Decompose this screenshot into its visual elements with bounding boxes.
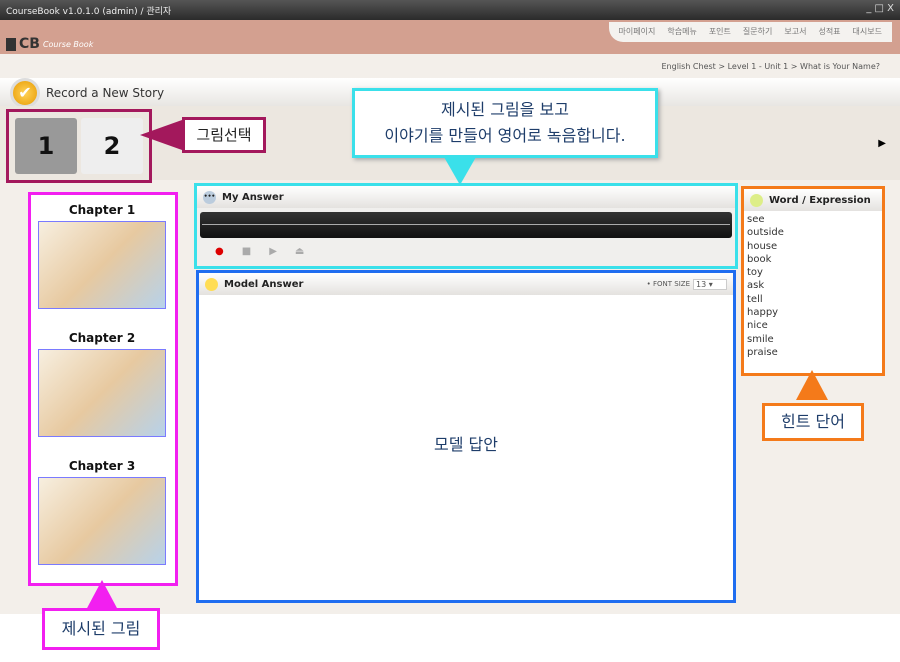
word-item: see — [747, 214, 765, 225]
chapter-label: Chapter 3 — [68, 459, 136, 473]
top-menu: 마이페이지 학습메뉴 포인트 질문하기 보고서 성적표 대시보드 — [608, 22, 892, 42]
callout-pictures: 제시된 그림 — [42, 608, 160, 650]
callout-hint-words: 힌트 단어 — [762, 403, 864, 441]
chapter-item[interactable]: Chapter 3 — [38, 459, 166, 565]
word-item: toy — [747, 267, 763, 279]
menu-item[interactable]: 학습메뉴 — [667, 26, 696, 38]
callout-pointer — [796, 370, 828, 400]
eject-icon[interactable]: ⏏ — [295, 246, 304, 257]
next-arrow-icon[interactable]: ▶ — [878, 138, 886, 149]
callout-pointer — [140, 120, 182, 150]
menu-item[interactable]: 대시보드 — [853, 26, 882, 38]
record-icon[interactable]: ● — [215, 246, 224, 257]
instruction-line: 제시된 그림을 보고 — [441, 100, 569, 119]
callout-pointer — [86, 580, 118, 610]
word-item: house — [747, 240, 778, 252]
logo-text: CB — [19, 36, 40, 52]
model-answer-placeholder: 모델 답안 — [434, 435, 498, 454]
stop-icon[interactable]: ■ — [242, 246, 251, 257]
chapter-label: Chapter 1 — [68, 203, 136, 217]
breadcrumb: English Chest > Level 1 - Unit 1 > What … — [661, 62, 881, 71]
word-item: tell — [747, 293, 763, 305]
font-size-label: • FONT SIZE — [646, 280, 690, 288]
chapter-image[interactable] — [38, 349, 166, 437]
menu-item[interactable]: 보고서 — [784, 26, 806, 38]
picture-selector: 1 2 — [6, 109, 152, 183]
speech-bubble-icon — [750, 193, 763, 207]
word-item: happy — [747, 307, 779, 319]
font-size-value: 13 — [696, 279, 707, 289]
my-answer-panel: ••• My Answer ● ■ ▶ ⏏ — [194, 183, 738, 269]
window-title: CourseBook v1.0.1.0 (admin) / 관리자 — [6, 7, 172, 17]
speech-bubble-icon: ••• — [203, 190, 216, 204]
waveform-display — [200, 212, 732, 238]
model-answer-panel: Model Answer • FONT SIZE 13 ▾ 모델 답안 — [196, 270, 736, 603]
panel-title: My Answer — [222, 191, 284, 203]
window-controls[interactable]: _ □ X — [866, 3, 894, 14]
menu-item[interactable]: 성적표 — [818, 26, 840, 38]
font-size-select[interactable]: 13 ▾ — [693, 278, 727, 290]
book-icon — [6, 37, 16, 51]
chapter-list: Chapter 1 Chapter 2 Chapter 3 — [28, 192, 178, 586]
logo-subtitle: Course Book — [42, 39, 94, 49]
chapter-item[interactable]: Chapter 1 — [38, 203, 166, 309]
callout-select-picture: 그림선택 — [182, 117, 266, 153]
word-item: book — [747, 253, 772, 265]
play-icon[interactable]: ▶ — [269, 246, 277, 257]
word-item: ask — [747, 280, 765, 292]
picture-button-2[interactable]: 2 — [81, 118, 143, 174]
word-item: outside — [747, 227, 784, 239]
page-title: Record a New Story — [46, 86, 165, 100]
menu-item[interactable]: 포인트 — [709, 26, 731, 38]
title-bar: CourseBook v1.0.1.0 (admin) / 관리자 — [0, 0, 900, 20]
logo: CB Course Book — [6, 36, 93, 52]
chapter-image[interactable] — [38, 221, 166, 309]
word-item: praise — [747, 346, 778, 358]
callout-instruction: 제시된 그림을 보고이야기를 만들어 영어로 녹음합니다. — [352, 88, 658, 158]
word-item: smile — [747, 333, 774, 345]
word-expression-panel: Word / Expression see outside house book… — [741, 186, 885, 376]
speech-bubble-icon — [205, 277, 218, 291]
menu-item[interactable]: 질문하기 — [743, 26, 772, 38]
chapter-item[interactable]: Chapter 2 — [38, 331, 166, 437]
picture-button-1[interactable]: 1 — [15, 118, 77, 174]
word-item: nice — [747, 320, 768, 332]
instruction-line: 이야기를 만들어 영어로 녹음합니다. — [384, 126, 626, 145]
checkmark-icon: ✔ — [10, 78, 40, 108]
panel-title: Word / Expression — [769, 194, 871, 206]
chapter-image[interactable] — [38, 477, 166, 565]
panel-title: Model Answer — [224, 278, 304, 290]
chapter-label: Chapter 2 — [68, 331, 136, 345]
callout-pointer — [444, 157, 476, 185]
menu-item[interactable]: 마이페이지 — [619, 26, 656, 38]
